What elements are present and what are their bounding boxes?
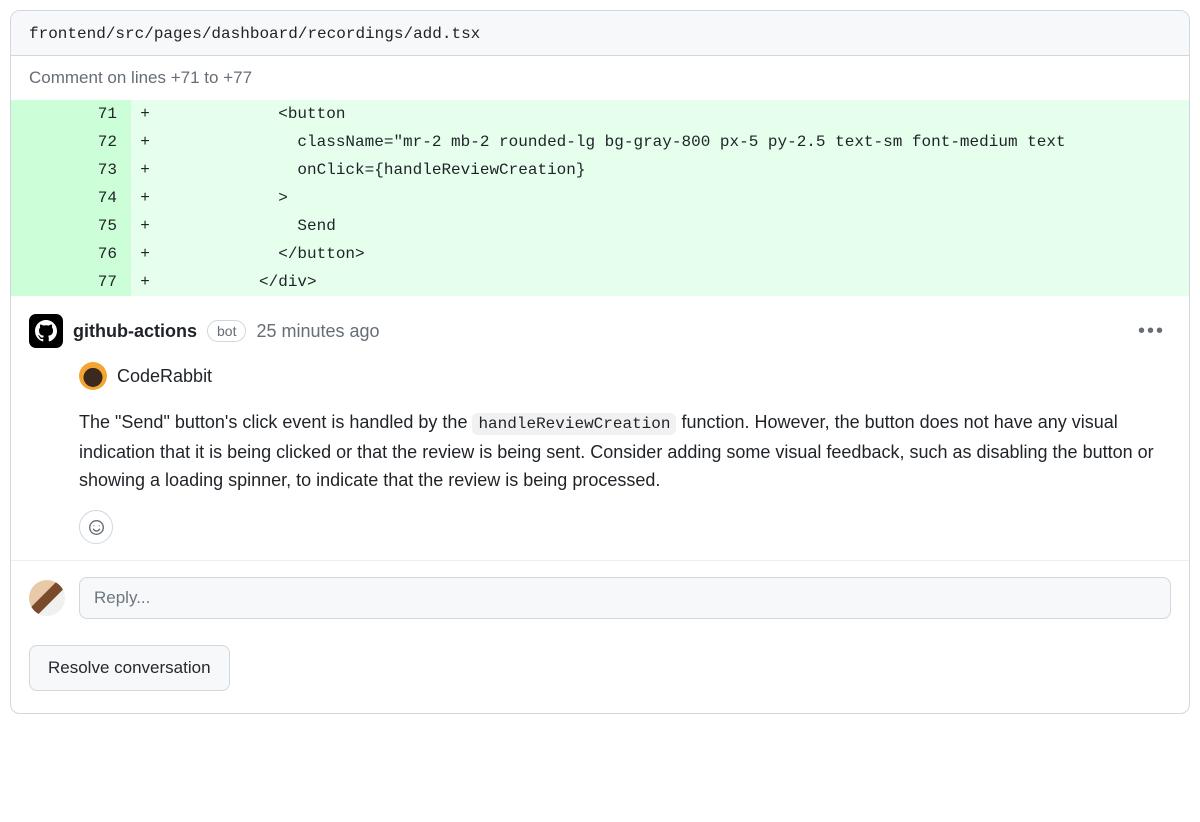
code: > [159, 184, 1189, 212]
reply-input[interactable] [79, 577, 1171, 619]
gutter-old [11, 240, 71, 268]
diff-line: 74 + > [11, 184, 1189, 212]
app-name: CodeRabbit [117, 366, 212, 387]
line-number: 73 [71, 156, 131, 184]
gutter-old [11, 100, 71, 128]
comment-line-range: Comment on lines +71 to +77 [11, 56, 1189, 100]
bot-badge: bot [207, 320, 246, 342]
reactions [79, 510, 1171, 544]
diff-line: 71 + <button [11, 100, 1189, 128]
line-number: 72 [71, 128, 131, 156]
diff-sign: + [131, 268, 159, 296]
diff-sign: + [131, 156, 159, 184]
add-reaction-button[interactable] [79, 510, 113, 544]
comment-text-pre: The "Send" button's click event is handl… [79, 412, 472, 432]
comment-timestamp[interactable]: 25 minutes ago [256, 321, 379, 342]
app-attribution: CodeRabbit [79, 362, 1171, 390]
comment-header: github-actions bot 25 minutes ago ••• [29, 314, 1171, 348]
comment-author[interactable]: github-actions [73, 321, 197, 342]
gutter-old [11, 212, 71, 240]
diff-sign: + [131, 240, 159, 268]
diff-line: 75 + Send [11, 212, 1189, 240]
reply-row [11, 560, 1189, 629]
diff-sign: + [131, 184, 159, 212]
coderabbit-avatar [79, 362, 107, 390]
diff-sign: + [131, 100, 159, 128]
code: <button [159, 100, 1189, 128]
line-number: 76 [71, 240, 131, 268]
file-header: frontend/src/pages/dashboard/recordings/… [11, 11, 1189, 56]
code: onClick={handleReviewCreation} [159, 156, 1189, 184]
diff-line: 77 + </div> [11, 268, 1189, 296]
kebab-icon[interactable]: ••• [1132, 320, 1171, 343]
diff-line: 73 + onClick={handleReviewCreation} [11, 156, 1189, 184]
gutter-old [11, 156, 71, 184]
resolve-conversation-button[interactable]: Resolve conversation [29, 645, 230, 691]
diff-sign: + [131, 212, 159, 240]
diff-hunk: 71 + <button 72 + className="mr-2 mb-2 r… [11, 100, 1189, 296]
review-comment-card: frontend/src/pages/dashboard/recordings/… [10, 10, 1190, 714]
smiley-icon [88, 519, 105, 536]
comment-footer: Resolve conversation [11, 629, 1189, 713]
github-icon [29, 314, 63, 348]
inline-code: handleReviewCreation [472, 413, 676, 435]
gutter-old [11, 128, 71, 156]
comment-body: The "Send" button's click event is handl… [79, 408, 1171, 494]
diff-sign: + [131, 128, 159, 156]
file-path: frontend/src/pages/dashboard/recordings/… [29, 25, 480, 43]
user-avatar[interactable] [29, 580, 65, 616]
comment: github-actions bot 25 minutes ago ••• Co… [11, 296, 1189, 560]
code: Send [159, 212, 1189, 240]
code: </button> [159, 240, 1189, 268]
code: className="mr-2 mb-2 rounded-lg bg-gray-… [159, 128, 1189, 156]
line-number: 71 [71, 100, 131, 128]
gutter-old [11, 184, 71, 212]
diff-line: 76 + </button> [11, 240, 1189, 268]
line-number: 75 [71, 212, 131, 240]
line-number: 74 [71, 184, 131, 212]
gutter-old [11, 268, 71, 296]
code: </div> [159, 268, 1189, 296]
diff-line: 72 + className="mr-2 mb-2 rounded-lg bg-… [11, 128, 1189, 156]
line-number: 77 [71, 268, 131, 296]
